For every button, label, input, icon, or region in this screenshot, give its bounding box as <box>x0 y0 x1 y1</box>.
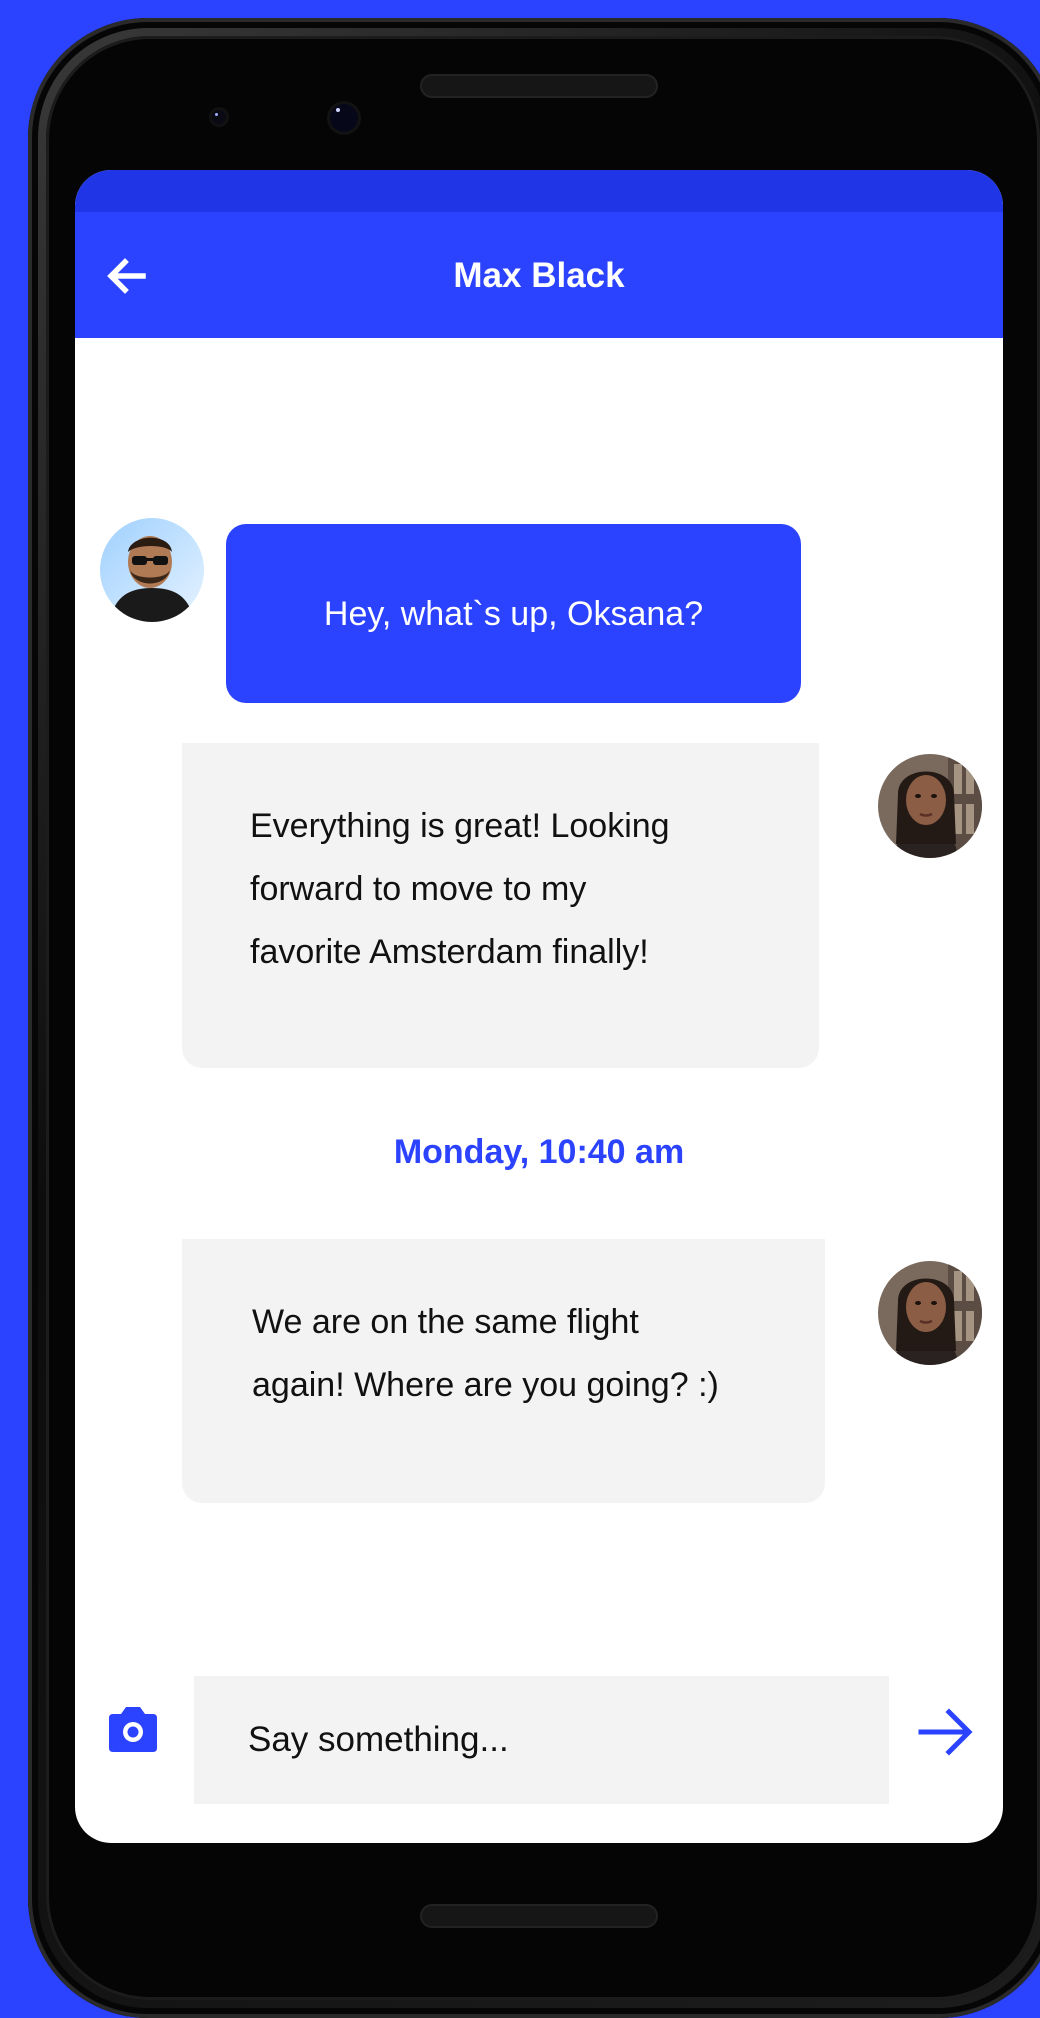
phone-bottom-bar <box>420 1904 658 1928</box>
message-input[interactable] <box>194 1676 889 1804</box>
avatar-oksana[interactable] <box>878 754 982 858</box>
message-text-line: forward to move to my <box>250 870 587 908</box>
avatar-oksana[interactable] <box>878 1261 982 1365</box>
message-text-line: again! Where are you going? :) <box>252 1366 719 1404</box>
message-text: Hey, what`s up, Oksana? <box>323 594 704 633</box>
message-bubble-outgoing[interactable]: Hey, what`s up, Oksana? <box>226 524 801 703</box>
phone-sensor <box>212 110 226 124</box>
send-button[interactable] <box>915 1704 975 1760</box>
message-bubble-incoming[interactable]: We are on the same flight again! Where a… <box>182 1239 825 1503</box>
avatar-oksana-image <box>878 754 982 858</box>
avatar-oksana-image <box>878 1261 982 1365</box>
message-timestamp: Monday, 10:40 am <box>393 1133 685 1171</box>
arrow-right-icon <box>918 1708 973 1756</box>
camera-button[interactable] <box>105 1704 161 1756</box>
status-bar <box>75 170 1003 212</box>
chat-screen: Max Black Hey, what`s up, Oksana? Everyt… <box>75 170 1003 1843</box>
avatar-max[interactable] <box>100 518 204 622</box>
chat-title: Max Black <box>453 256 625 295</box>
avatar-max-image <box>100 518 204 622</box>
app-bar: Max Black <box>75 212 1003 338</box>
phone-speaker <box>420 74 658 98</box>
camera-icon <box>109 1707 157 1752</box>
phone-front-camera <box>330 104 358 132</box>
message-text-line: Everything is great! Looking <box>250 807 670 845</box>
message-bubble-incoming[interactable]: Everything is great! Looking forward to … <box>182 743 819 1068</box>
message-text-line: We are on the same flight <box>252 1303 639 1341</box>
message-text-line: favorite Amsterdam finally! <box>250 933 649 971</box>
